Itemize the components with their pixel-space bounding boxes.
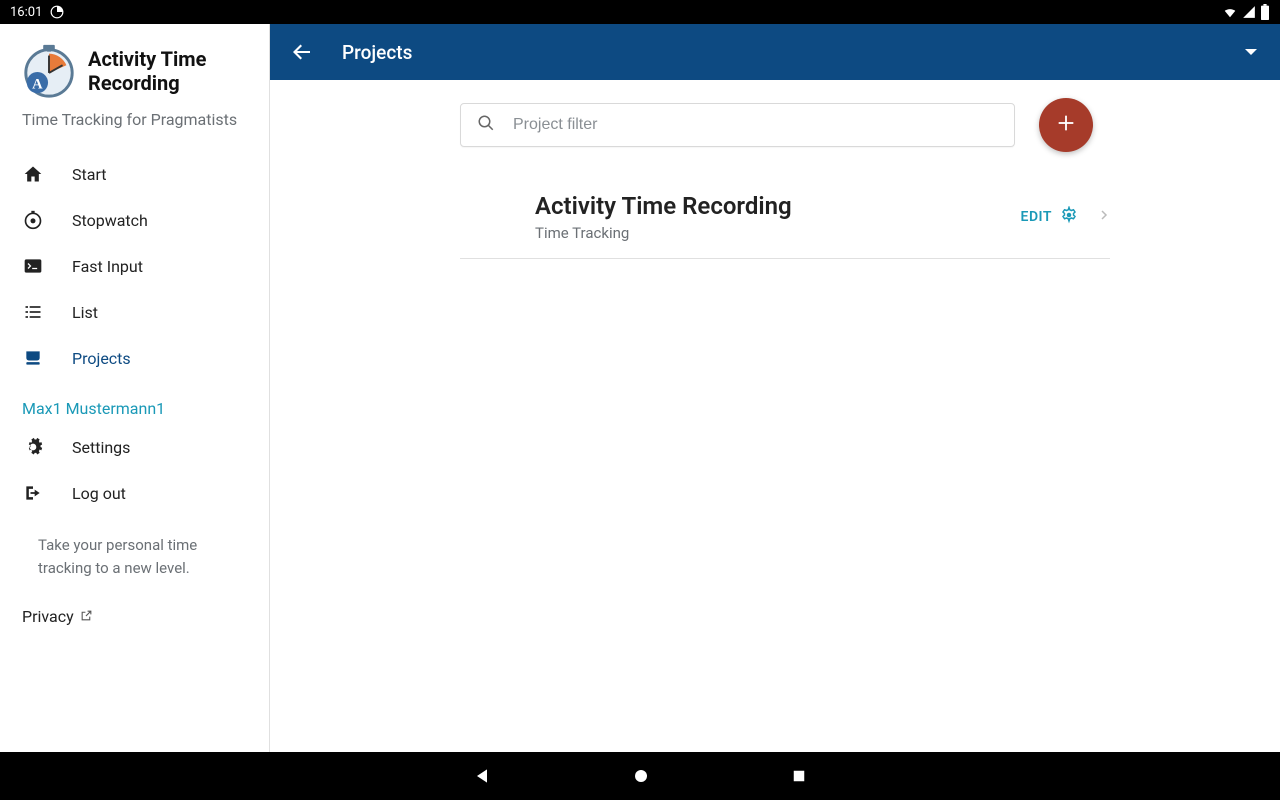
sidebar-item-settings[interactable]: Settings xyxy=(0,424,269,470)
sidebar-item-label: Settings xyxy=(72,438,130,457)
sidebar-item-label: Stopwatch xyxy=(72,211,148,230)
external-link-icon xyxy=(80,607,93,626)
status-bar: 16:01 xyxy=(0,0,1280,24)
sidebar-item-logout[interactable]: Log out xyxy=(0,470,269,516)
sidebar-item-fast-input[interactable]: Fast Input xyxy=(0,243,269,289)
app-status-icon xyxy=(50,5,64,19)
nav-recent-button[interactable] xyxy=(790,767,808,785)
app-logo-icon: A xyxy=(20,42,78,100)
project-filter-input[interactable] xyxy=(513,116,998,134)
stopwatch-icon xyxy=(22,210,44,230)
sidebar-item-list[interactable]: List xyxy=(0,289,269,335)
project-name: Activity Time Recording xyxy=(535,192,1021,220)
promo-text: Take your personal time tracking to a ne… xyxy=(0,516,269,597)
sidebar: A Activity Time Recording Time Tracking … xyxy=(0,24,270,752)
logout-icon xyxy=(22,483,44,503)
sidebar-item-label: Projects xyxy=(72,349,131,368)
project-subtitle: Time Tracking xyxy=(535,224,1021,242)
sidebar-item-stopwatch[interactable]: Stopwatch xyxy=(0,197,269,243)
add-project-button[interactable] xyxy=(1039,98,1093,152)
sidebar-item-label: List xyxy=(72,303,98,322)
back-button[interactable] xyxy=(290,40,314,64)
gear-icon xyxy=(22,437,44,457)
app-tagline: Time Tracking for Pragmatists xyxy=(0,110,269,151)
sidebar-item-label: Fast Input xyxy=(72,257,143,276)
chevron-right-icon xyxy=(1098,207,1110,227)
svg-text:A: A xyxy=(32,76,43,92)
nav-home-button[interactable] xyxy=(632,767,650,785)
sidebar-item-start[interactable]: Start xyxy=(0,151,269,197)
app-title: Activity Time Recording xyxy=(88,47,206,95)
battery-icon xyxy=(1260,4,1270,20)
project-row[interactable]: Activity Time Recording Time Tracking ED… xyxy=(460,182,1110,259)
sidebar-item-projects[interactable]: Projects xyxy=(0,335,269,381)
search-icon xyxy=(477,114,495,136)
sidebar-item-label: Start xyxy=(72,165,106,184)
list-icon xyxy=(22,302,44,322)
logo-block: A Activity Time Recording xyxy=(0,42,269,110)
user-name-link[interactable]: Max1 Mustermann1 xyxy=(0,381,269,424)
page-title: Projects xyxy=(342,41,1242,64)
wifi-icon xyxy=(1222,5,1238,19)
terminal-icon xyxy=(22,256,44,276)
system-navbar xyxy=(0,752,1280,800)
sidebar-item-label: Log out xyxy=(72,484,126,503)
status-time: 16:01 xyxy=(10,5,42,20)
edit-project-button[interactable]: EDIT xyxy=(1021,206,1110,228)
content-area: Projects xyxy=(270,24,1280,752)
dropdown-button[interactable] xyxy=(1242,43,1260,61)
projects-icon xyxy=(22,348,44,368)
plus-icon xyxy=(1055,112,1077,138)
gear-icon xyxy=(1060,206,1078,228)
home-icon xyxy=(22,164,44,184)
topbar: Projects xyxy=(270,24,1280,80)
nav-back-button[interactable] xyxy=(472,766,492,786)
signal-icon xyxy=(1242,5,1256,19)
search-box[interactable] xyxy=(460,103,1015,147)
privacy-link[interactable]: Privacy xyxy=(0,597,269,644)
